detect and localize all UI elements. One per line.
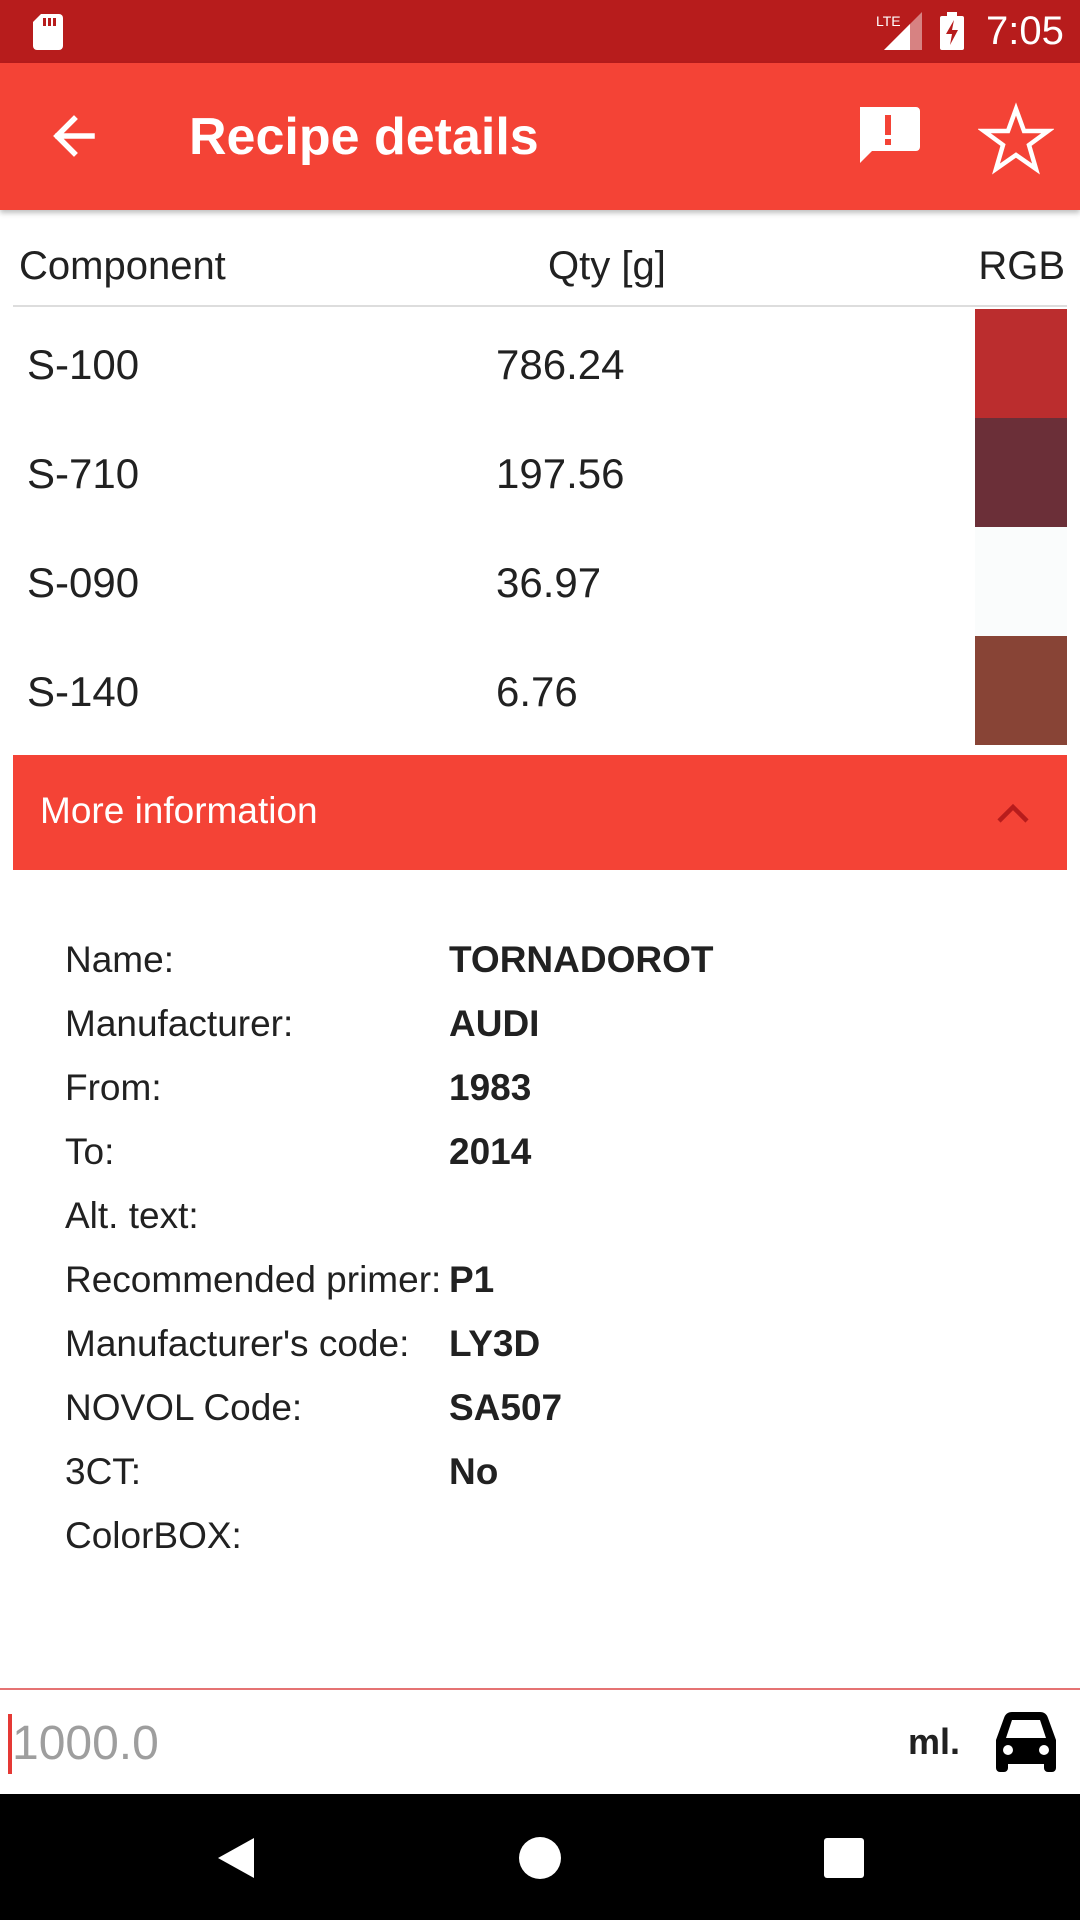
component-qty: 6.76 bbox=[496, 668, 578, 715]
component-qty: 197.56 bbox=[496, 450, 625, 497]
info-row-colorbox: ColorBOX: bbox=[65, 1506, 1025, 1570]
component-qty: 786.24 bbox=[496, 341, 625, 388]
recipe-info-list: Name: TORNADOROT Manufacturer: AUDI From… bbox=[65, 930, 1025, 1570]
more-information-toggle[interactable]: More information bbox=[13, 755, 1067, 870]
nav-recents-icon[interactable] bbox=[820, 1834, 868, 1882]
rgb-swatch bbox=[975, 309, 1067, 418]
battery-charging-icon bbox=[940, 12, 964, 50]
report-feedback-icon[interactable] bbox=[852, 101, 924, 173]
info-value: 2014 bbox=[449, 1131, 532, 1172]
quantity-input[interactable] bbox=[12, 1708, 712, 1778]
table-row: S-710 197.56 bbox=[13, 418, 1067, 527]
nav-back-icon[interactable] bbox=[214, 1834, 262, 1882]
info-key: Name: bbox=[65, 939, 174, 980]
page-title: Recipe details bbox=[189, 108, 539, 166]
app-bar: Recipe details bbox=[0, 63, 1080, 210]
info-row-manufacturer: Manufacturer: AUDI bbox=[65, 994, 1025, 1058]
component-name: S-090 bbox=[27, 559, 140, 606]
info-row-manufacturer-code: Manufacturer's code: LY3D bbox=[65, 1314, 1025, 1378]
rgb-swatch bbox=[975, 527, 1067, 636]
info-row-from: From: 1983 bbox=[65, 1058, 1025, 1122]
table-row: S-140 6.76 bbox=[13, 636, 1067, 745]
info-key: Manufacturer: bbox=[65, 1003, 294, 1044]
info-key: Alt. text: bbox=[65, 1195, 199, 1236]
component-name: S-140 bbox=[27, 668, 140, 715]
unit-label: ml. bbox=[908, 1721, 961, 1762]
table-row: S-090 36.97 bbox=[13, 527, 1067, 636]
sd-card-icon bbox=[33, 14, 63, 50]
info-key: From: bbox=[65, 1067, 162, 1108]
info-value: TORNADOROT bbox=[449, 939, 714, 980]
info-value: SA507 bbox=[449, 1387, 563, 1428]
car-icon[interactable] bbox=[990, 1710, 1062, 1776]
status-bar: LTE 7:05 bbox=[0, 0, 1080, 63]
component-table: S-100 786.24 S-710 197.56 S-090 36.97 S-… bbox=[13, 309, 1067, 745]
rgb-swatch bbox=[975, 636, 1067, 745]
header-component: Component bbox=[19, 244, 226, 288]
info-key: 3CT: bbox=[65, 1451, 142, 1492]
info-row-3ct: 3CT: No bbox=[65, 1442, 1025, 1506]
header-rgb: RGB bbox=[978, 244, 1065, 288]
info-key: Manufacturer's code: bbox=[65, 1323, 410, 1364]
component-name: S-100 bbox=[27, 341, 140, 388]
info-key: To: bbox=[65, 1131, 115, 1172]
star-outline-icon[interactable] bbox=[978, 101, 1054, 177]
info-key: NOVOL Code: bbox=[65, 1387, 303, 1428]
info-row-novol-code: NOVOL Code: SA507 bbox=[65, 1378, 1025, 1442]
rgb-swatch bbox=[975, 418, 1067, 527]
info-value: LY3D bbox=[449, 1323, 541, 1364]
status-time: 7:05 bbox=[986, 9, 1064, 53]
component-qty: 36.97 bbox=[496, 559, 602, 606]
info-row-alt-text: Alt. text: bbox=[65, 1186, 1025, 1250]
nav-home-icon[interactable] bbox=[516, 1834, 564, 1882]
table-row: S-100 786.24 bbox=[13, 309, 1067, 418]
more-information-label: More information bbox=[40, 790, 318, 831]
info-row-to: To: 2014 bbox=[65, 1122, 1025, 1186]
info-value: AUDI bbox=[449, 1003, 540, 1044]
back-arrow-icon[interactable] bbox=[42, 103, 108, 169]
header-qty: Qty [g] bbox=[548, 244, 666, 288]
info-row-recommended-primer: Recommended primer: P1 bbox=[65, 1250, 1025, 1314]
table-header: Component Qty [g] RGB bbox=[13, 225, 1067, 307]
lte-signal-icon: LTE bbox=[876, 12, 922, 50]
network-label: LTE bbox=[876, 13, 901, 29]
info-value: P1 bbox=[449, 1259, 495, 1300]
info-row-name: Name: TORNADOROT bbox=[65, 930, 1025, 994]
info-key: Recommended primer: bbox=[65, 1259, 442, 1300]
chevron-up-icon bbox=[997, 803, 1029, 823]
component-name: S-710 bbox=[27, 450, 140, 497]
system-nav-bar bbox=[0, 1794, 1080, 1920]
quantity-bar: ml. bbox=[0, 1688, 1080, 1794]
info-value: 1983 bbox=[449, 1067, 532, 1108]
info-key: ColorBOX: bbox=[65, 1515, 242, 1556]
info-value: No bbox=[449, 1451, 499, 1492]
